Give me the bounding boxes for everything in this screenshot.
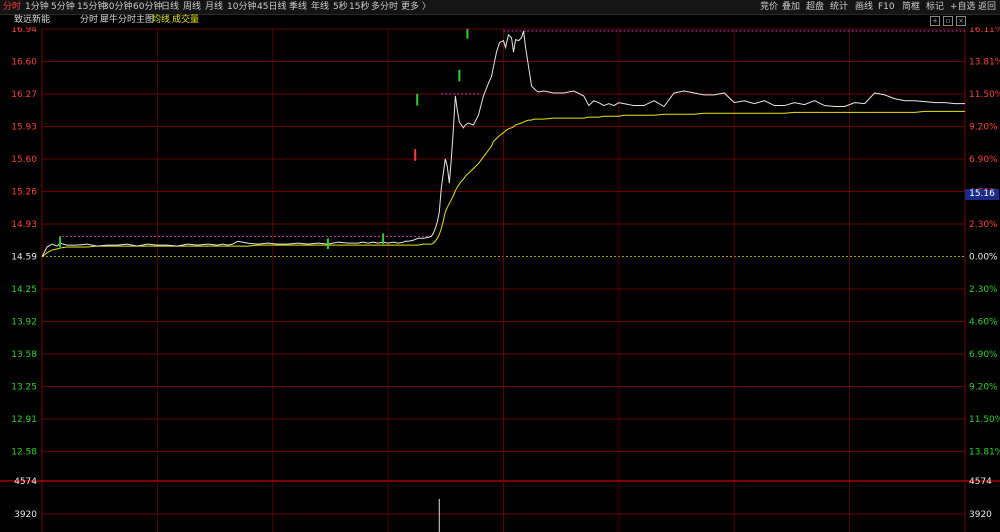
y-tick-label: 12.91 — [11, 415, 37, 425]
y-tick-label: 14.25 — [11, 285, 37, 295]
period-tab-7[interactable]: 周线 — [183, 1, 201, 13]
period-tab-0[interactable]: 分时 — [3, 1, 21, 13]
volume-tick: 4574 — [969, 477, 992, 487]
period-toolbar: 分时 1分钟 5分钟 15分钟 30分钟 60分钟 日线 周线 月线 10分钟 45日线 季线 年线 5秒… — [0, 0, 1000, 15]
tool-button-6[interactable]: 简框 — [902, 1, 920, 13]
y-tick-label-pct: 6.90% — [969, 155, 998, 165]
y-tick-label-pct: 11.50% — [969, 415, 1000, 425]
period-tab-9[interactable]: 10分钟 — [227, 1, 256, 13]
y-tick-label: 12.58 — [11, 448, 37, 458]
tool-button-3[interactable]: 统计 — [830, 1, 848, 13]
y-tick-label-pct: 9.20% — [969, 383, 998, 393]
period-tab-8[interactable]: 月线 — [205, 1, 223, 13]
y-tick-label: 15.60 — [11, 155, 37, 165]
period-tab-16[interactable]: 更多 〉 — [401, 1, 431, 13]
y-tick-label: 16.60 — [11, 58, 37, 68]
period-tab-10[interactable]: 45日线 — [257, 1, 286, 13]
y-tick-label: 13.92 — [11, 318, 37, 328]
window-icon[interactable]: ▫ — [943, 16, 953, 26]
tool-button-2[interactable]: 超盘 — [806, 1, 824, 13]
y-tick-label: 13.58 — [11, 350, 37, 360]
tool-button-8[interactable]: +自选 — [950, 1, 976, 13]
period-tab-14[interactable]: 15秒 — [349, 1, 369, 13]
indicator-name[interactable]: 犀牛分时主图 — [100, 15, 154, 26]
volume-tick: 3920 — [14, 510, 37, 520]
tool-button-4[interactable]: 画线 — [855, 1, 873, 13]
avg-legend: 均线 — [152, 15, 171, 25]
y-tick-label: 14.93 — [11, 220, 37, 230]
tool-button-9[interactable]: 返回 — [978, 1, 996, 13]
stock-name: 致远新能 — [14, 15, 51, 25]
period-tab-1[interactable]: 1分钟 — [25, 1, 49, 13]
period-tab-4[interactable]: 30分钟 — [103, 1, 132, 13]
y-tick-label: 16.94 — [11, 27, 37, 35]
y-tick-label: 13.25 — [11, 383, 37, 393]
volume-tick: 3920 — [969, 510, 992, 520]
y-tick-label-pct: 4.60% — [969, 318, 998, 328]
add-icon[interactable]: + — [930, 16, 940, 26]
y-tick-label-pct: 11.50% — [969, 90, 1000, 100]
y-tick-label-pct: 13.81% — [969, 448, 1000, 458]
y-tick-label-pct: 16.11% — [969, 27, 1000, 35]
chart-subtitle-bar: 致远新能 分时 犀牛分时主图 均线 成交量 — [0, 14, 1000, 27]
y-tick-label-pct: 2.30% — [969, 220, 998, 230]
mode-label[interactable]: 分时 — [80, 15, 98, 26]
tool-button-1[interactable]: 叠加 — [782, 1, 800, 13]
y-tick-label: 14.59 — [11, 253, 37, 263]
y-tick-label-pct: 9.20% — [969, 123, 998, 133]
intraday-chart: 16.94 16.11% 16.60 13.81% 16.27 11.50% 15.93 9.… — [0, 27, 1000, 532]
tool-button-0[interactable]: 竞价 — [760, 1, 778, 13]
period-tab-2[interactable]: 5分钟 — [51, 1, 75, 13]
volume-legend: 成交量 — [172, 15, 200, 25]
y-tick-label-pct: 13.81% — [969, 58, 1000, 68]
y-tick-label-pct: 6.90% — [969, 350, 998, 360]
period-tab-13[interactable]: 5秒 — [333, 1, 348, 13]
y-tick-label-pct: 0.00% — [969, 253, 998, 263]
period-tab-6[interactable]: 日线 — [161, 1, 179, 13]
y-tick-label-pct: 2.30% — [969, 285, 998, 295]
y-tick-label: 16.27 — [11, 90, 37, 100]
period-tab-15[interactable]: 多分时 — [371, 1, 398, 13]
current-price-badge: 15.16 — [965, 189, 999, 200]
period-tab-11[interactable]: 季线 — [289, 1, 307, 13]
tool-button-5[interactable]: F10 — [878, 1, 895, 13]
volume-tick: 4574 — [14, 477, 37, 487]
y-tick-label: 15.93 — [11, 123, 37, 133]
period-tab-5[interactable]: 60分钟 — [133, 1, 162, 13]
tool-button-7[interactable]: 标记 — [926, 1, 944, 13]
close-icon[interactable]: × — [956, 16, 966, 26]
y-tick-label: 15.26 — [11, 188, 37, 198]
period-tab-12[interactable]: 年线 — [311, 1, 329, 13]
